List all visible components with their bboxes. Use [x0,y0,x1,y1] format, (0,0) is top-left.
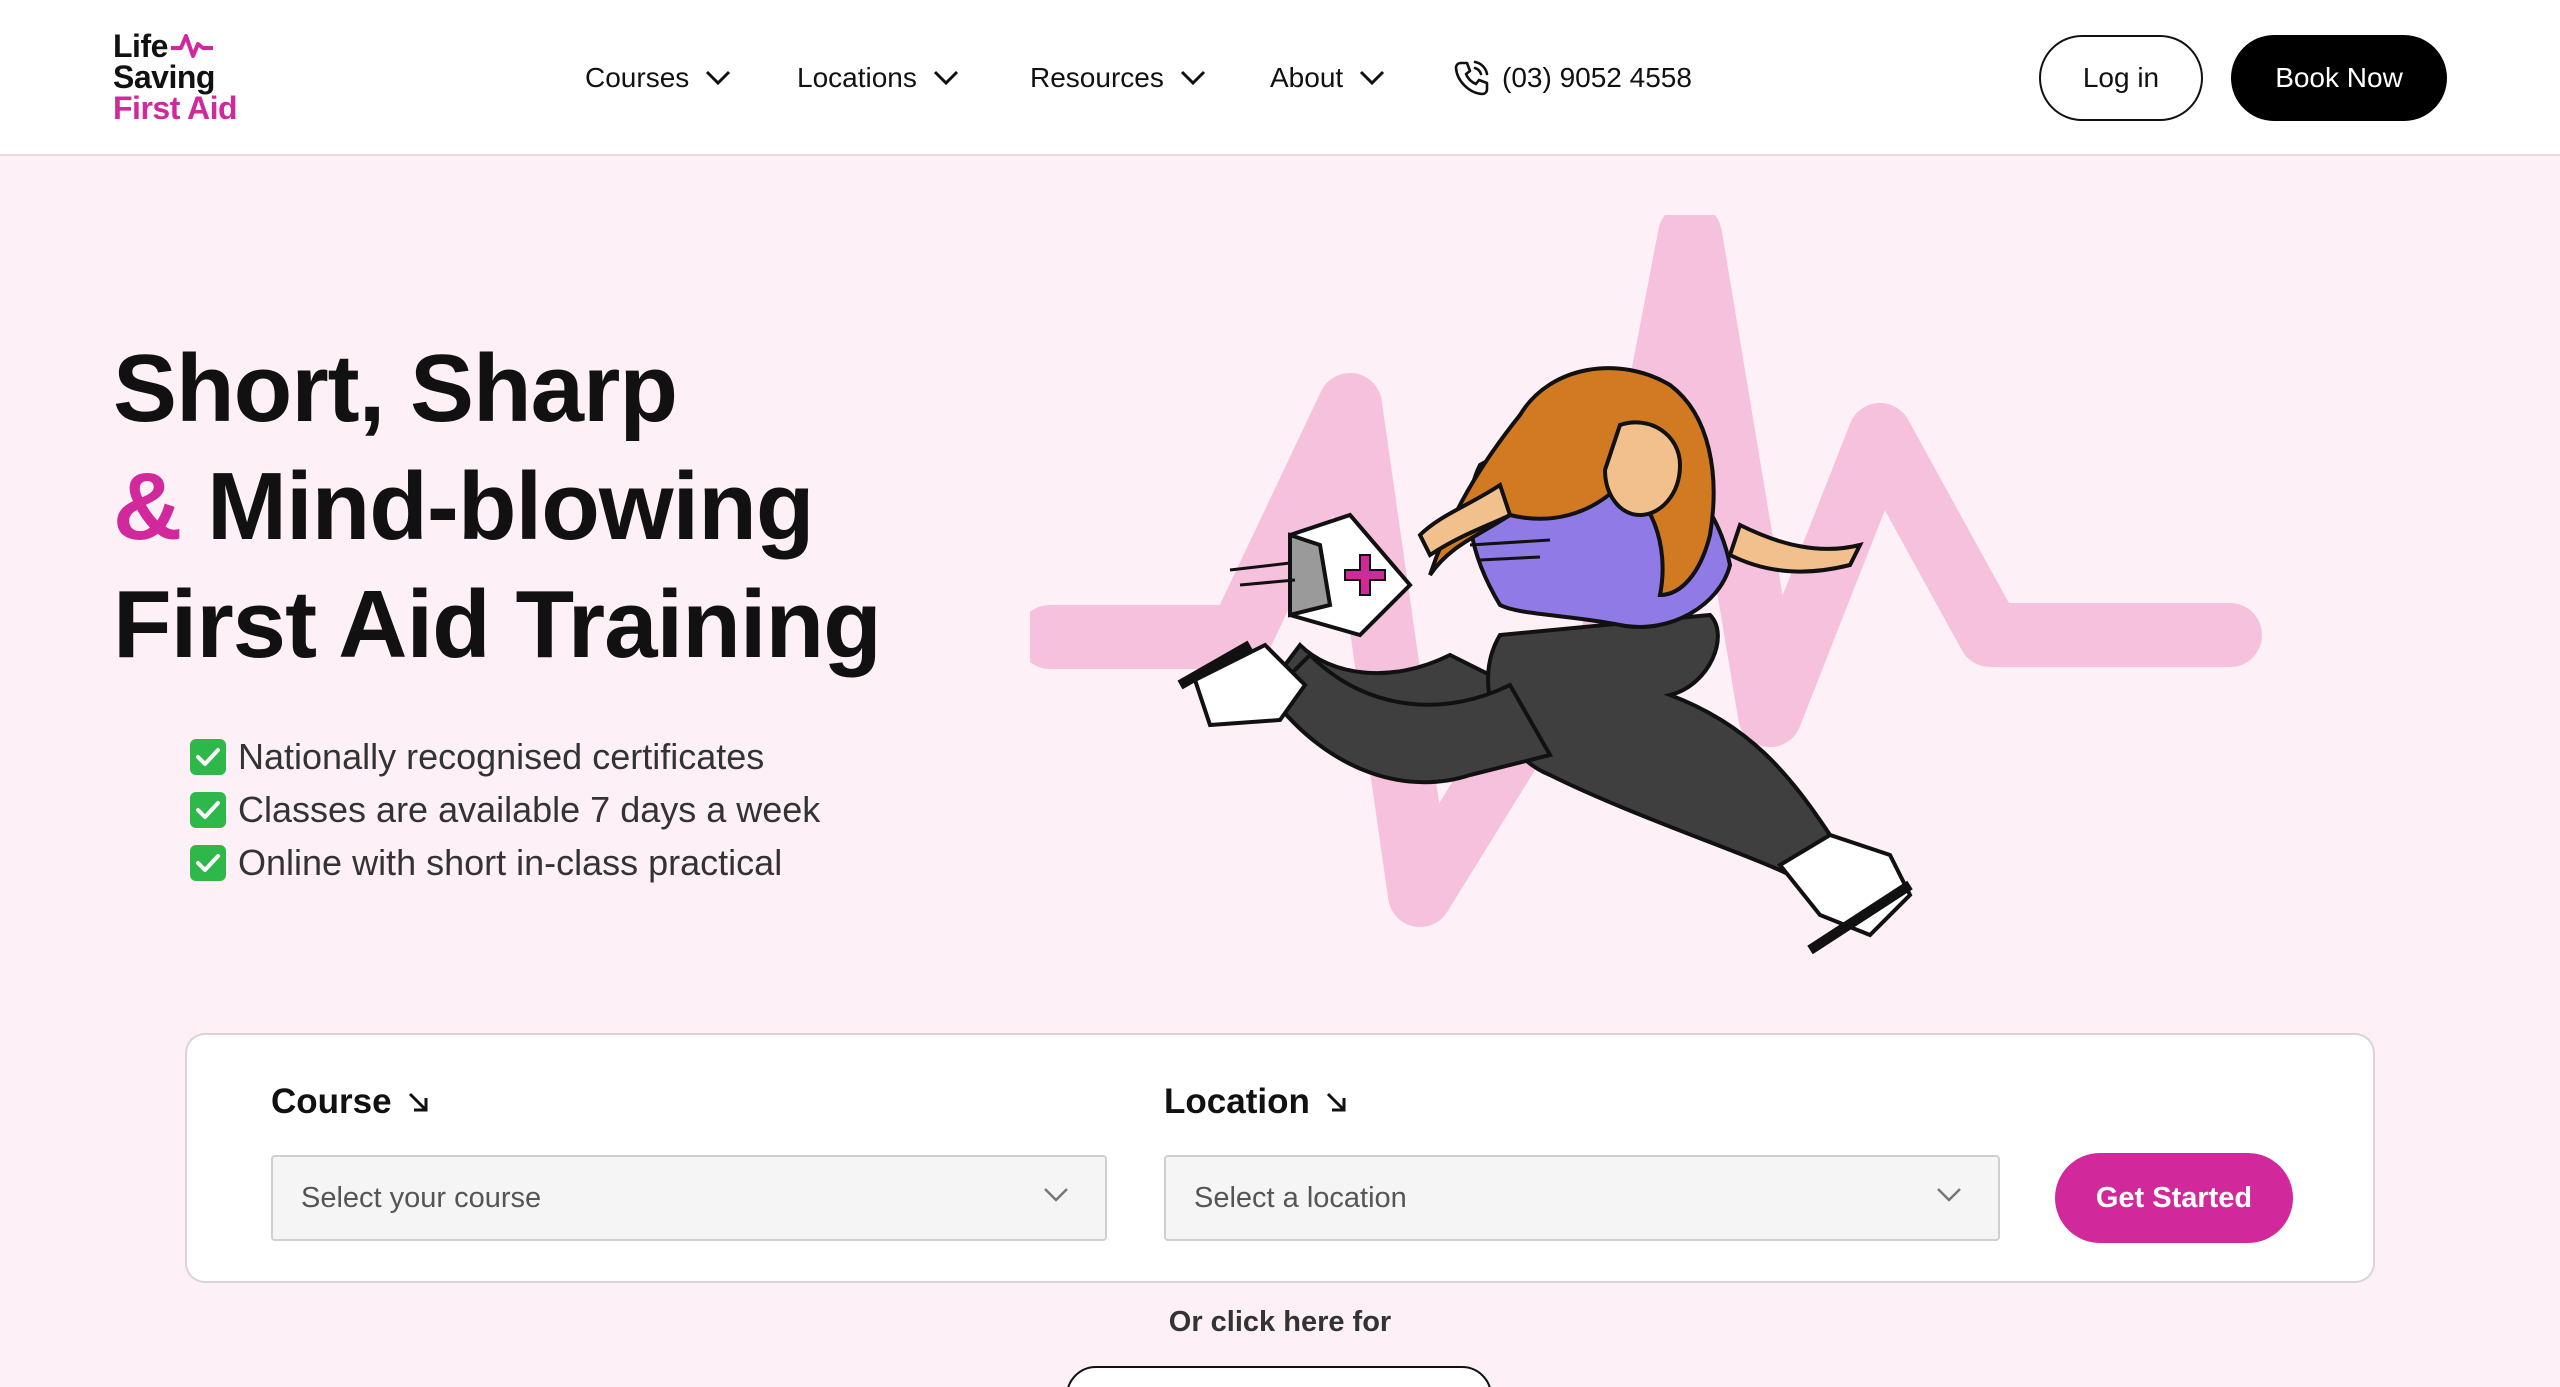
course-select[interactable]: Select your course [271,1155,1107,1241]
logo-line-saving: Saving [113,59,215,95]
feature-text: Online with short in-class practical [238,841,783,883]
arrow-down-right-icon [408,1092,428,1112]
course-select-value: Select your course [301,1181,542,1214]
front-shoe [1777,832,1913,955]
location-select[interactable]: Select a location [1164,1155,2000,1241]
booking-card: Course Select your course Location Selec… [185,1033,2375,1283]
feature-item: Classes are available 7 days a week [190,783,820,836]
hero-title-line2: Mind-blowing [181,453,814,560]
nav-resources-label: Resources [1030,62,1164,93]
logo-line-life: Life [113,28,168,64]
chevron-down-icon [706,70,731,86]
check-icon [190,844,226,881]
nav-resources[interactable]: Resources [1030,50,1206,106]
phone-link[interactable]: (03) 9052 4558 [1452,50,1692,106]
chevron-down-icon [1180,70,1205,86]
book-now-button[interactable]: Book Now [2231,35,2447,121]
location-label-text: Location [1164,1082,1310,1121]
hero-title-line1: Short, Sharp [113,335,678,442]
feature-item: Nationally recognised certificates [190,730,820,783]
nav-courses-label: Courses [585,62,690,93]
course-label-text: Course [271,1082,392,1121]
hero-title-ampersand: & [113,453,182,560]
check-icon [190,791,226,828]
nav-about[interactable]: About [1270,50,1385,106]
arrow-down-right-icon [1326,1092,1346,1112]
get-started-button[interactable]: Get Started [2055,1153,2293,1243]
logo-line-first-aid: First Aid [113,90,238,126]
hero-title-line3: First Aid Training [113,571,882,678]
heartbeat-icon [171,34,213,58]
secondary-cta-button[interactable] [1066,1366,1492,1387]
feature-text: Nationally recognised certificates [238,735,765,777]
login-button[interactable]: Log in [2039,35,2203,121]
phone-icon [1454,60,1489,96]
chevron-down-icon [1937,1188,1961,1202]
nav-courses[interactable]: Courses [585,50,731,106]
hero-title: Short, Sharp & Mind-blowing First Aid Tr… [113,330,882,684]
nav-locations-label: Locations [797,62,917,93]
nav-locations[interactable]: Locations [797,50,959,106]
hero-illustration [1030,215,2262,955]
feature-list: Nationally recognised certificates Class… [190,730,820,889]
course-label: Course [271,1082,430,1122]
face [1602,420,1683,518]
nav-about-label: About [1270,62,1344,93]
location-label: Location [1164,1082,1348,1122]
phone-number: (03) 9052 4558 [1502,62,1692,93]
or-click-text: Or click here for [1168,1306,1392,1338]
check-icon [190,738,226,775]
chevron-down-icon [933,70,958,86]
chevron-down-icon [1360,70,1385,86]
chevron-down-icon [1044,1188,1068,1202]
site-logo[interactable]: Life Saving First Aid [113,30,273,130]
location-select-value: Select a location [1194,1181,1407,1214]
feature-item: Online with short in-class practical [190,836,820,889]
feature-text: Classes are available 7 days a week [238,788,821,830]
site-header: Life Saving First Aid Courses Locations … [0,0,2560,156]
